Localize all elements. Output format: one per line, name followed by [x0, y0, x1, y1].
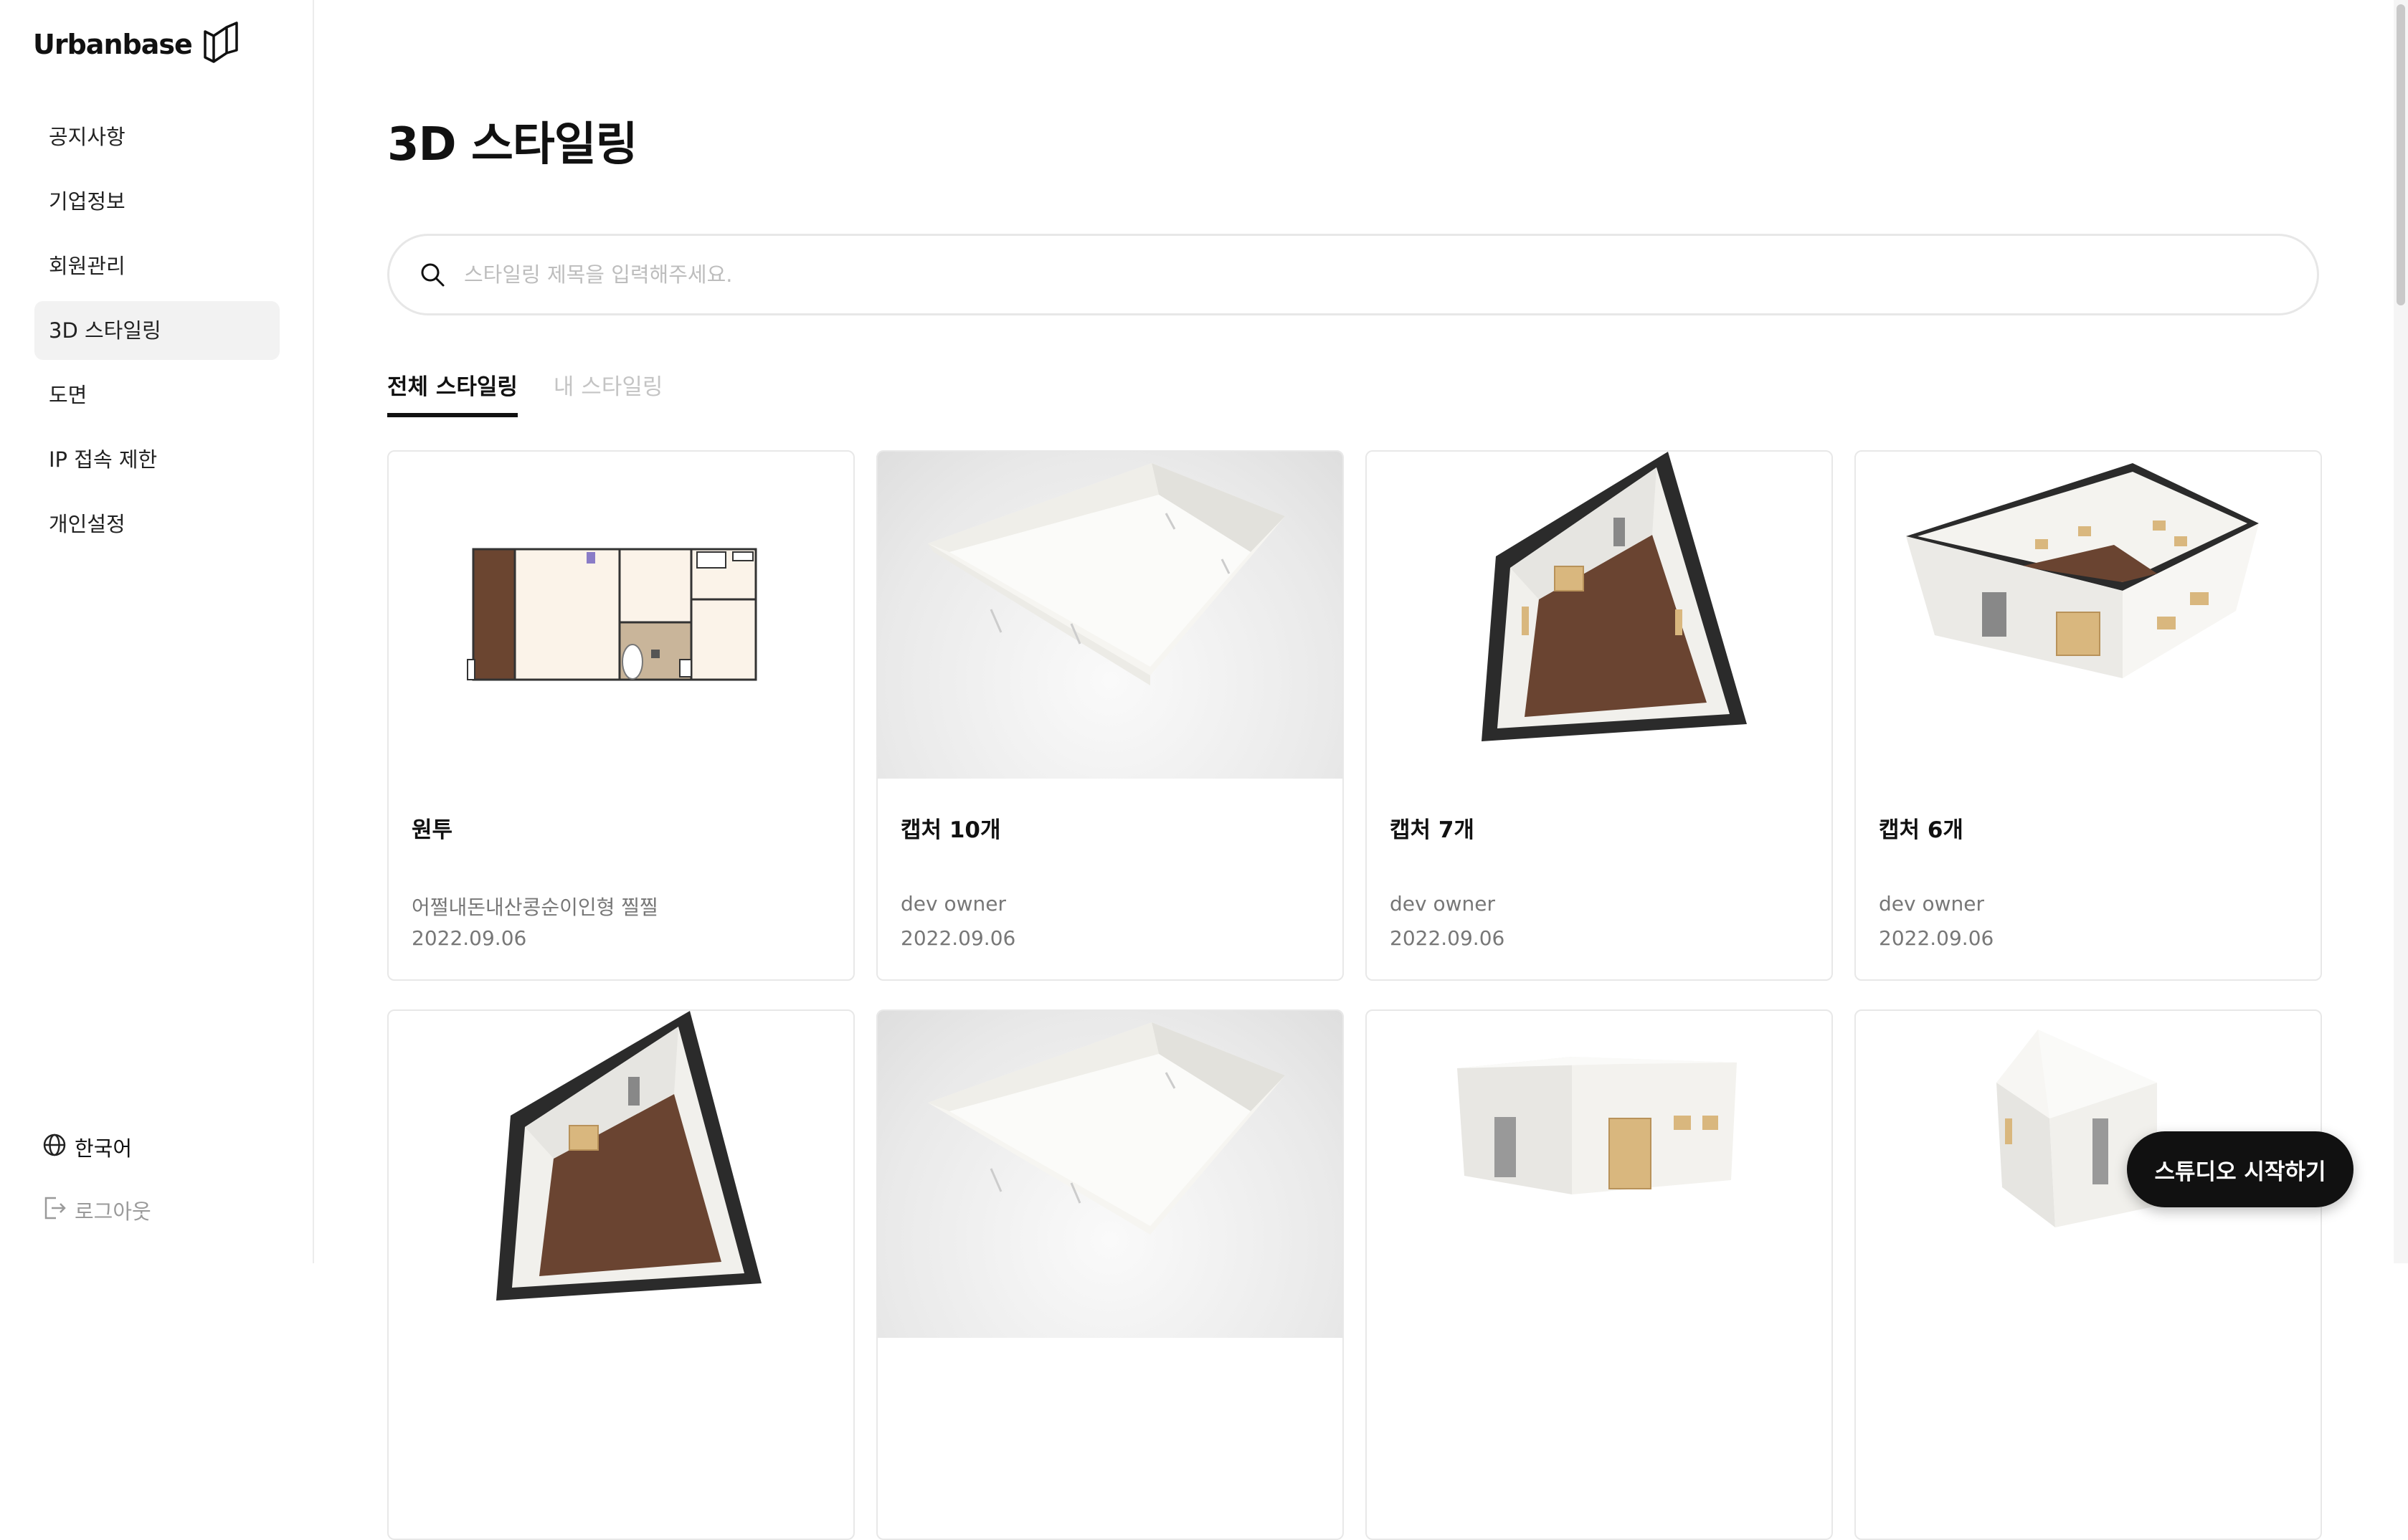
card-thumbnail: [389, 452, 853, 779]
card-date: 2022.09.06: [901, 926, 1016, 950]
sidebar-item-ip-restriction[interactable]: IP 접속 제한: [34, 430, 280, 489]
card-thumbnail: [878, 1011, 1342, 1338]
styling-card[interactable]: 캡처 6개 dev owner 2022.09.06: [1854, 450, 2322, 981]
sidebar: Urbanbase 공지사항 기업정보 회원관리 3D 스타일링 도면 IP 접…: [0, 0, 314, 1263]
logout-icon: [42, 1195, 67, 1226]
styling-card[interactable]: [1365, 1009, 1833, 1540]
globe-icon: [42, 1132, 67, 1163]
card-date: 2022.09.06: [1879, 926, 1994, 950]
card-date: 2022.09.06: [1390, 926, 1505, 950]
logout-label: 로그아웃: [75, 1199, 151, 1224]
card-title: 캡처 10개: [901, 817, 1001, 843]
sidebar-item-notice[interactable]: 공지사항: [34, 108, 280, 166]
sidebar-item-personal-settings[interactable]: 개인설정: [34, 495, 280, 553]
tab-my-styling[interactable]: 내 스타일링: [554, 366, 663, 417]
scrollbar-thumb[interactable]: [2397, 4, 2405, 305]
sidebar-item-member-management[interactable]: 회원관리: [34, 237, 280, 295]
sidebar-item-3d-styling[interactable]: 3D 스타일링: [34, 301, 280, 360]
card-owner: dev owner: [1390, 892, 1495, 916]
page-title: 3D 스타일링: [387, 118, 637, 171]
language-selector[interactable]: 한국어: [42, 1126, 151, 1169]
urbanbase-logo-icon: [202, 22, 240, 67]
card-thumbnail: [1367, 452, 1831, 779]
card-title: 캡처 6개: [1879, 817, 1963, 843]
sidebar-nav: 공지사항 기업정보 회원관리 3D 스타일링 도면 IP 접속 제한 개인설정: [34, 108, 280, 559]
logo[interactable]: Urbanbase: [33, 22, 240, 67]
styling-card[interactable]: [387, 1009, 855, 1540]
styling-card[interactable]: 원투 어쩔내돈내산콩순이인형 찔찔 2022.09.06: [387, 450, 855, 981]
sidebar-item-company-info[interactable]: 기업정보: [34, 172, 280, 231]
search-input[interactable]: [463, 262, 2258, 287]
search-bar: [387, 234, 2319, 315]
tab-all-styling[interactable]: 전체 스타일링: [387, 366, 518, 417]
styling-card[interactable]: 캡처 7개 dev owner 2022.09.06: [1365, 450, 1833, 981]
vertical-scrollbar[interactable]: [2394, 0, 2408, 1263]
styling-card[interactable]: 캡처 10개 dev owner 2022.09.06: [876, 450, 1344, 981]
card-thumbnail: [878, 452, 1342, 779]
styling-tabs: 전체 스타일링 내 스타일링: [387, 366, 663, 417]
card-owner: dev owner: [901, 892, 1006, 916]
card-thumbnail: [1856, 452, 2321, 779]
sidebar-item-floorplan[interactable]: 도면: [34, 366, 280, 424]
card-date: 2022.09.06: [412, 926, 527, 950]
card-thumbnail: [1367, 1011, 1831, 1338]
logout-button[interactable]: 로그아웃: [42, 1189, 151, 1232]
start-studio-button[interactable]: 스튜디오 시작하기: [2127, 1131, 2354, 1207]
logo-text: Urbanbase: [33, 29, 193, 60]
styling-card[interactable]: [1854, 1009, 2322, 1540]
styling-card[interactable]: [876, 1009, 1344, 1540]
card-owner: 어쩔내돈내산콩순이인형 찔찔: [412, 895, 658, 919]
card-owner: dev owner: [1879, 892, 1984, 916]
sidebar-footer: 한국어 로그아웃: [42, 1126, 151, 1252]
card-title: 원투: [412, 817, 453, 843]
language-label: 한국어: [75, 1136, 133, 1161]
card-thumbnail: [389, 1011, 853, 1338]
search-icon[interactable]: [418, 259, 450, 290]
card-title: 캡처 7개: [1390, 817, 1474, 843]
